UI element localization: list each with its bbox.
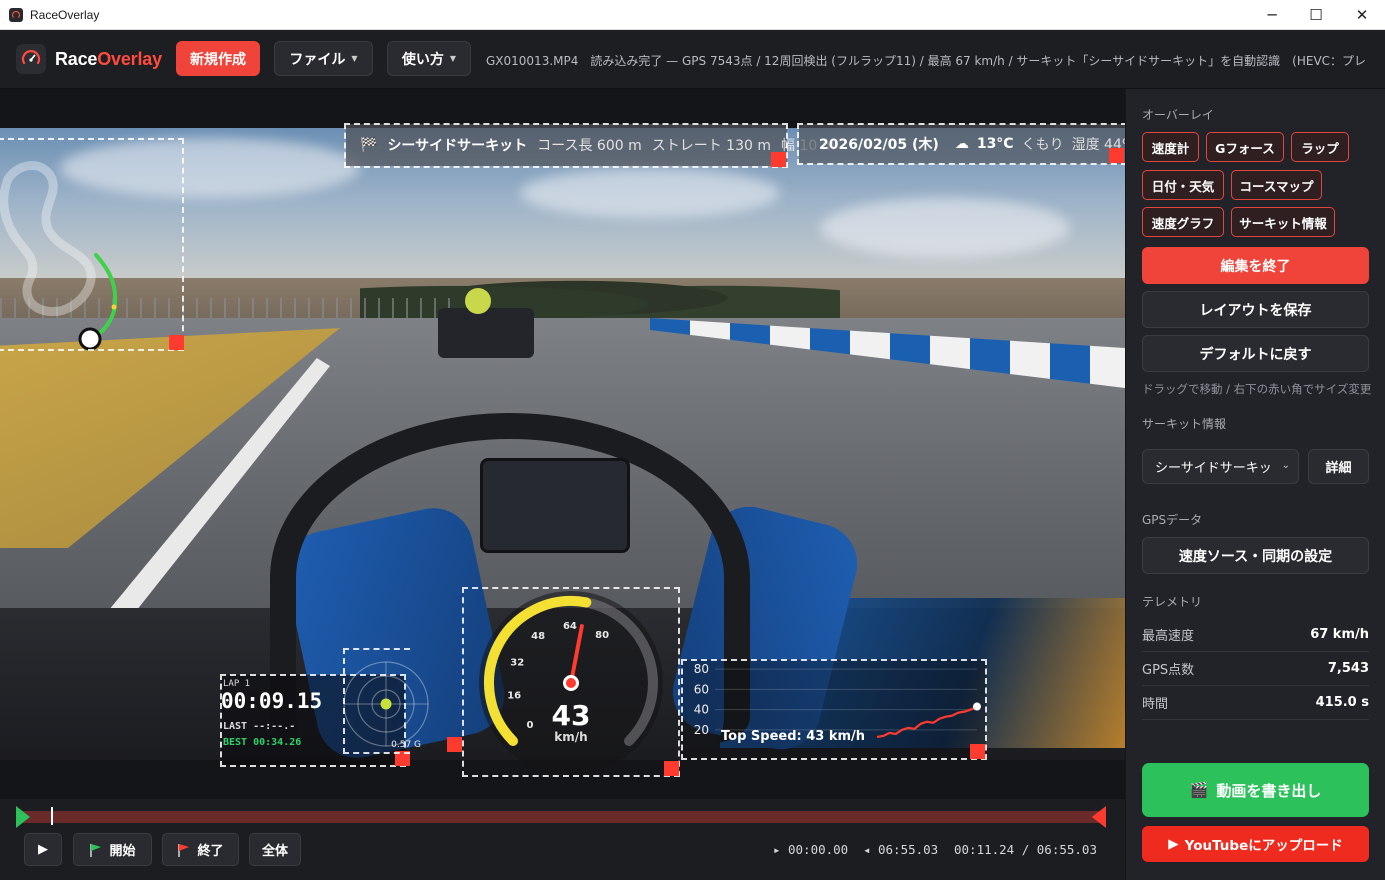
telemetry-row: 時間 415.0 s [1142,686,1369,720]
out-time: 06:55.03 [878,842,939,857]
save-layout-button[interactable]: レイアウトを保存 [1142,291,1369,328]
speedometer-frame [462,587,680,777]
status-text: GX010013.MP4 読み込み完了 — GPS 7543点 / 12周回検出… [486,54,1366,68]
telemetry-row: GPS点数 7,543 [1142,652,1369,686]
close-button[interactable]: ✕ [1339,0,1385,30]
window-titlebar: RaceOverlay ─ ☐ ✕ [0,0,1385,30]
file-menu-button[interactable]: ファイル ▼ [274,41,373,76]
speed-graph-frame [681,659,987,760]
help-menu-button[interactable]: 使い方 ▼ [387,41,471,76]
current-time: 00:11.24 / 06:55.03 [954,842,1097,857]
chip-speedometer[interactable]: 速度計 [1142,132,1199,162]
resize-handle[interactable] [169,335,184,350]
kart-ahead [438,308,534,358]
clapperboard-icon: 🎬 [1189,781,1209,799]
chip-lap[interactable]: ラップ [1291,132,1349,162]
reset-default-button[interactable]: デフォルトに戻す [1142,335,1369,372]
drag-hint: ドラッグで移動 / 右下の赤い角でサイズ変更 [1142,382,1372,396]
date-weather-frame [797,123,1125,165]
out-time-icon: ◂ [863,842,871,857]
minimize-button[interactable]: ─ [1249,0,1295,30]
overlay-section-title: オーバーレイ [1142,108,1214,122]
play-button[interactable]: ▶ [24,833,62,866]
set-start-button[interactable]: 開始 [73,833,152,866]
resize-handle[interactable] [1109,148,1124,163]
maximize-button[interactable]: ☐ [1293,0,1339,30]
circuit-section-title: サーキット情報 [1142,417,1227,431]
circuit-select[interactable]: シーサイドサーキッ ⌄ [1142,449,1299,484]
in-time: 00:00.00 [788,842,849,857]
video-preview[interactable]: 🏁 シーサイドサーキット コース長 600 m ストレート 130 m 幅 10… [0,89,1125,799]
export-video-button[interactable]: 🎬 動画を書き出し [1142,763,1369,817]
course-map-frame [0,138,184,351]
telemetry-row: 最高速度 67 km/h [1142,618,1369,652]
finish-edit-button[interactable]: 編集を終了 [1142,247,1369,284]
in-time-icon: ▸ [773,842,781,857]
kart-dash-display [480,458,630,553]
play-triangle-icon: ▶ [1168,836,1179,852]
chip-date-weather[interactable]: 日付・天気 [1142,170,1224,200]
select-all-button[interactable]: 全体 [249,833,301,866]
circuit-info-frame [344,123,788,168]
chip-gforce[interactable]: Gフォース [1206,132,1284,162]
timeline-bar: ▶ 開始 終了 全体 ▸ 00:00.00 ◂ 06:55.03 00:11.2… [0,799,1125,880]
gps-section-title: GPSデータ [1142,513,1203,527]
red-flag-icon [178,843,190,857]
chip-speed-graph[interactable]: 速度グラフ [1142,207,1224,237]
window-title: RaceOverlay [30,7,100,22]
app-header: RaceOverlay 新規作成 ファイル ▼ 使い方 ▼ GX010013.MP4… [0,30,1385,89]
gforce-frame [343,648,410,754]
resize-handle[interactable] [970,744,985,759]
chevron-down-icon: ▼ [351,54,358,63]
chip-course-map[interactable]: コースマップ [1231,170,1322,200]
chip-circuit-info[interactable]: サーキット情報 [1231,207,1335,237]
settings-panel: オーバーレイ 速度計 Gフォース ラップ 日付・天気 コースマップ 速度グラフ … [1125,89,1385,880]
chevron-down-icon: ▼ [449,54,457,63]
resize-handle[interactable] [447,737,462,752]
circuit-details-button[interactable]: 詳細 [1308,449,1369,484]
timeline-scrubber[interactable] [22,811,1102,823]
chevron-down-icon: ⌄ [1281,460,1290,471]
resize-handle[interactable] [664,761,679,776]
logo-gauge-icon [16,44,46,74]
green-flag-icon [90,843,102,857]
set-end-button[interactable]: 終了 [162,833,239,866]
in-point-marker[interactable] [14,806,32,828]
playhead[interactable] [51,807,54,825]
speed-source-button[interactable]: 速度ソース・同期の設定 [1142,537,1369,574]
app-icon [9,7,23,22]
youtube-upload-button[interactable]: ▶ YouTubeにアップロード [1142,826,1369,862]
resize-handle[interactable] [771,152,786,167]
app-logo: RaceOverlay [55,49,162,69]
telemetry-section-title: テレメトリ [1142,595,1203,609]
new-project-button[interactable]: 新規作成 [176,41,260,76]
out-point-marker[interactable] [1092,806,1108,828]
